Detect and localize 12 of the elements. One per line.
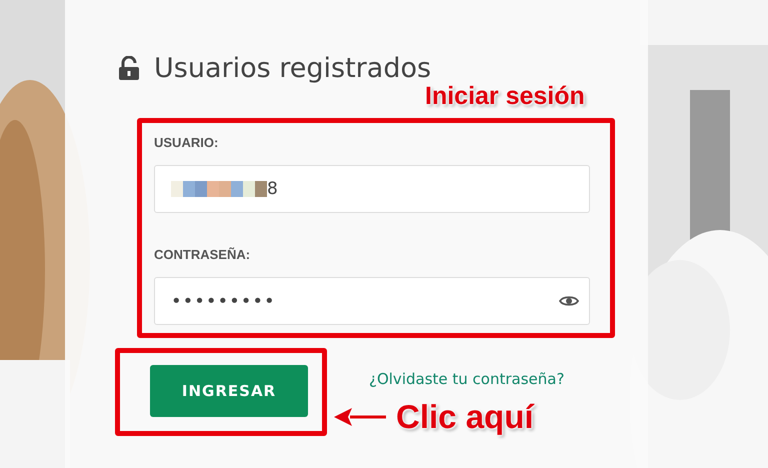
eye-icon[interactable] — [559, 294, 579, 308]
lock-icon — [118, 56, 140, 80]
field-label: CONTRASEÑA: — [154, 247, 252, 264]
forgot-password-link[interactable]: ¿Olvidaste tu contraseña? — [369, 370, 564, 388]
section-title: Usuarios registrados — [154, 52, 432, 84]
arrow-icon — [334, 406, 386, 428]
annotation-label: Iniciar sesión — [425, 82, 585, 112]
annotation-label: Clic aquí — [396, 398, 534, 436]
field-label: USUARIO: — [154, 135, 220, 152]
submit-button[interactable]: INGRESAR — [150, 365, 308, 417]
password-field[interactable]: ••••••••• — [154, 277, 590, 325]
username-field[interactable]: 8 — [154, 165, 590, 213]
